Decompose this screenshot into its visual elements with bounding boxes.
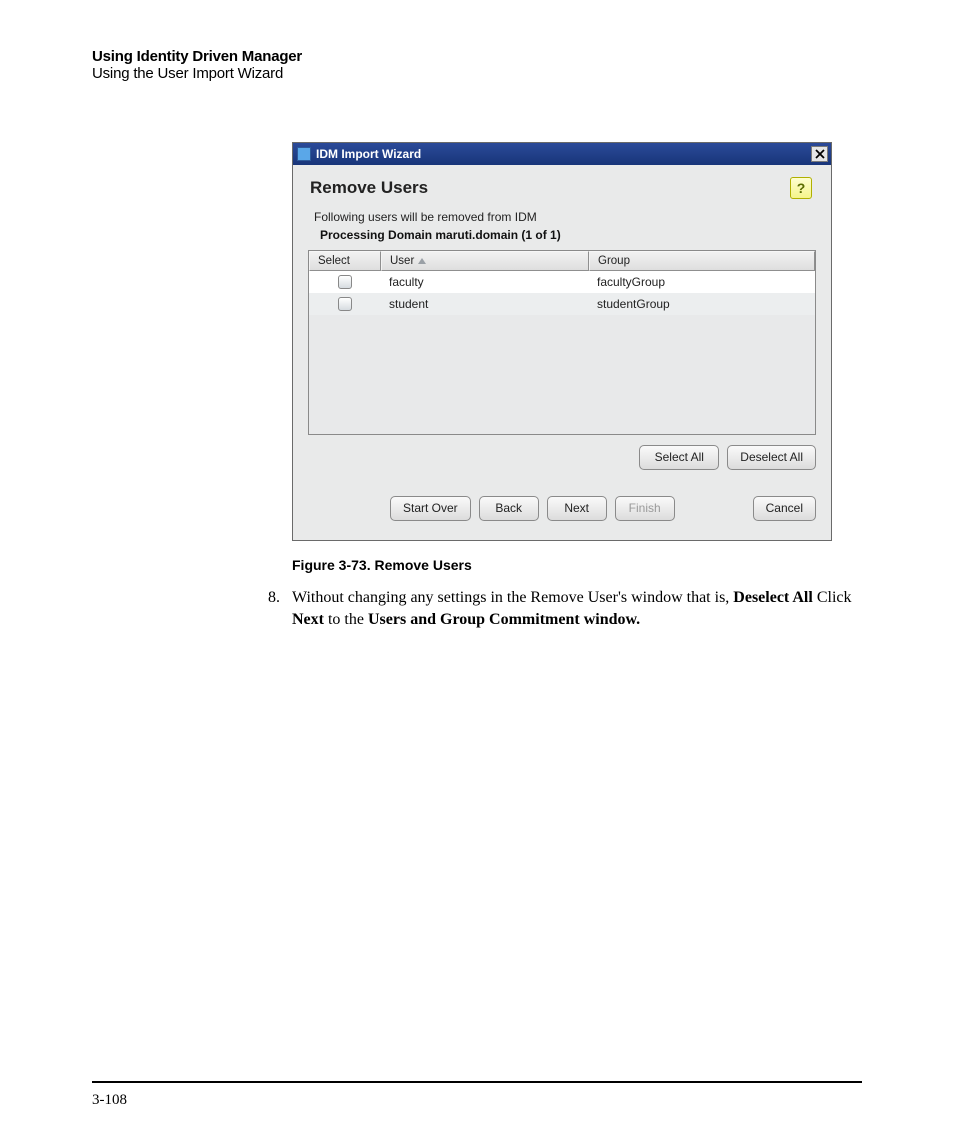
- page-number: 3-108: [92, 1092, 127, 1109]
- cancel-button[interactable]: Cancel: [753, 496, 816, 521]
- titlebar: IDM Import Wizard: [293, 143, 831, 165]
- row-checkbox[interactable]: [338, 297, 352, 311]
- dialog-description: Following users will be removed from IDM: [314, 210, 816, 224]
- close-icon: [815, 149, 825, 159]
- step-item: 8. Without changing any settings in the …: [268, 587, 862, 630]
- cell-user: student: [381, 297, 589, 311]
- table-row: faculty facultyGroup: [309, 271, 815, 293]
- select-all-button[interactable]: Select All: [639, 445, 719, 470]
- section-subtitle: Using the User Import Wizard: [92, 65, 862, 82]
- deselect-all-button[interactable]: Deselect All: [727, 445, 816, 470]
- import-wizard-dialog: IDM Import Wizard Remove Users ? Followi…: [292, 142, 832, 541]
- help-icon: ?: [797, 180, 806, 196]
- footer-rule: [92, 1081, 862, 1083]
- col-select[interactable]: Select: [309, 251, 381, 271]
- table-row: student studentGroup: [309, 293, 815, 315]
- sort-asc-icon: [418, 258, 426, 264]
- users-table: Select User Group faculty facultyGroup: [308, 250, 816, 435]
- step-text: Without changing any settings in the Rem…: [292, 587, 852, 630]
- finish-button: Finish: [615, 496, 675, 521]
- cell-group: studentGroup: [589, 297, 815, 311]
- window-icon: [297, 147, 311, 161]
- col-group[interactable]: Group: [589, 251, 815, 271]
- processing-label: Processing Domain maruti.domain (1 of 1): [320, 228, 816, 242]
- step-number: 8.: [268, 587, 292, 630]
- figure-caption: Figure 3-73. Remove Users: [292, 557, 862, 573]
- col-user-label: User: [390, 255, 414, 267]
- col-user[interactable]: User: [381, 251, 589, 271]
- help-button[interactable]: ?: [790, 177, 812, 199]
- dialog-heading: Remove Users: [310, 178, 428, 198]
- close-button[interactable]: [811, 146, 828, 162]
- next-button[interactable]: Next: [547, 496, 607, 521]
- window-title: IDM Import Wizard: [316, 147, 811, 161]
- cell-user: faculty: [381, 275, 589, 289]
- back-button[interactable]: Back: [479, 496, 539, 521]
- start-over-button[interactable]: Start Over: [390, 496, 471, 521]
- table-header: Select User Group: [309, 251, 815, 271]
- cell-group: facultyGroup: [589, 275, 815, 289]
- section-title: Using Identity Driven Manager: [92, 48, 862, 65]
- row-checkbox[interactable]: [338, 275, 352, 289]
